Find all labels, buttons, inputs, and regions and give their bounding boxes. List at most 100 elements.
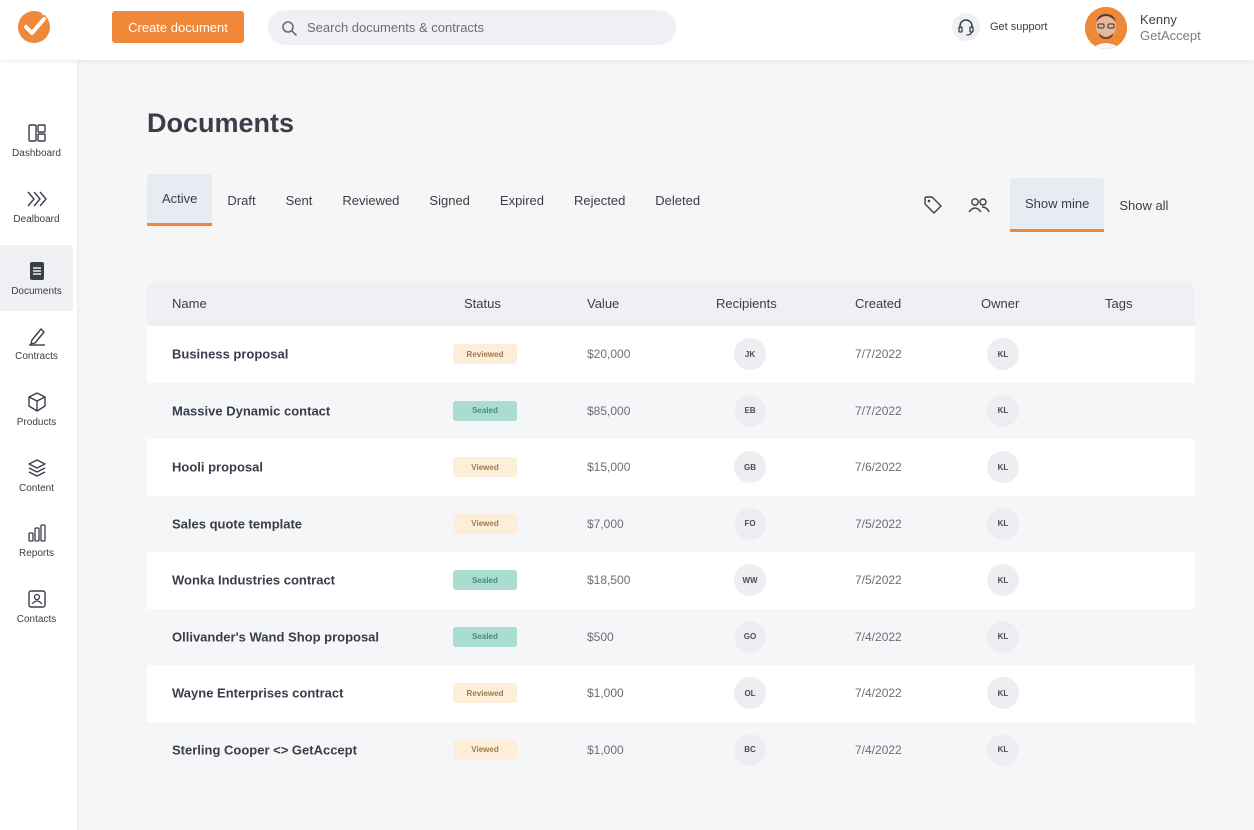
tab-expired[interactable]: Expired — [485, 174, 559, 226]
owner-avatar[interactable]: KL — [987, 451, 1019, 484]
document-tabs: Active Draft Sent Reviewed Signed Expire… — [147, 174, 715, 226]
document-value: $500 — [587, 629, 614, 644]
document-value: $20,000 — [587, 347, 631, 362]
tab-reviewed[interactable]: Reviewed — [327, 174, 414, 226]
document-value: $7,000 — [587, 516, 624, 531]
column-header-name[interactable]: Name — [172, 296, 207, 311]
sidebar: Dashboard Dealboard Documents Contracts … — [0, 60, 77, 830]
table-header: Name Status Value Recipients Created Own… — [147, 281, 1195, 326]
create-document-button[interactable]: Create document — [112, 11, 244, 43]
created-date: 7/7/2022 — [855, 403, 902, 418]
support-label: Get support — [990, 21, 1048, 33]
tag-filter-icon[interactable] — [918, 190, 948, 220]
tab-deleted[interactable]: Deleted — [640, 174, 715, 226]
table-row[interactable]: Sterling Cooper <> GetAccept Viewed $1,000… — [147, 721, 1195, 778]
created-date: 7/4/2022 — [855, 742, 902, 757]
status-badge: Reviewed — [453, 344, 517, 365]
created-date: 7/6/2022 — [855, 460, 902, 475]
document-icon — [26, 260, 48, 282]
sidebar-item-content[interactable]: Content — [0, 442, 73, 508]
table-row[interactable]: Sales quote template Viewed $7,000 FO 7/5/20… — [147, 495, 1195, 552]
document-name[interactable]: Wayne Enterprises contract — [172, 686, 343, 701]
document-name[interactable]: Ollivander's Wand Shop proposal — [172, 629, 379, 644]
sidebar-item-label: Documents — [11, 285, 62, 297]
filter-tools: Show mine Show all — [918, 178, 1183, 232]
page-title: Documents — [147, 108, 295, 138]
owner-avatar[interactable]: KL — [987, 677, 1019, 710]
document-name[interactable]: Business proposal — [172, 347, 288, 362]
column-header-recipients[interactable]: Recipients — [716, 296, 777, 311]
getaccept-logo-icon[interactable] — [17, 10, 51, 44]
search-bar[interactable] — [268, 10, 676, 45]
sidebar-item-label: Products — [16, 416, 57, 428]
sidebar-item-label: Contacts — [16, 613, 57, 625]
owner-avatar[interactable]: KL — [987, 507, 1019, 540]
document-value: $1,000 — [587, 742, 624, 757]
user-name: Kenny — [1140, 12, 1177, 27]
owner-avatar[interactable]: KL — [987, 564, 1019, 597]
document-value: $1,000 — [587, 686, 624, 701]
column-header-tags[interactable]: Tags — [1105, 296, 1132, 311]
tab-draft[interactable]: Draft — [212, 174, 270, 226]
table-row[interactable]: Business proposal Reviewed $20,000 JK 7/7/20… — [147, 326, 1195, 383]
sidebar-item-products[interactable]: Products — [0, 376, 73, 442]
pen-icon — [26, 325, 48, 347]
sidebar-item-contracts[interactable]: Contracts — [0, 310, 73, 376]
document-name[interactable]: Massive Dynamic contact — [172, 403, 330, 418]
recipient-avatar[interactable]: OL — [734, 677, 766, 710]
headset-icon — [952, 13, 980, 41]
sidebar-item-contacts[interactable]: Contacts — [0, 573, 73, 639]
status-badge: Sealed — [453, 570, 517, 591]
search-input[interactable] — [307, 20, 667, 35]
show-all-toggle[interactable]: Show all — [1104, 178, 1183, 232]
owner-avatar[interactable]: KL — [987, 338, 1019, 371]
dashboard-icon — [26, 122, 48, 144]
document-value: $18,500 — [587, 573, 631, 588]
created-date: 7/7/2022 — [855, 347, 902, 362]
tab-active[interactable]: Active — [147, 174, 213, 226]
tab-signed[interactable]: Signed — [414, 174, 484, 226]
owner-avatar[interactable]: KL — [987, 394, 1019, 427]
sidebar-item-dealboard[interactable]: Dealboard — [0, 173, 73, 239]
avatar — [1085, 7, 1127, 49]
owner-avatar[interactable]: KL — [987, 733, 1019, 766]
user-organization: GetAccept — [1140, 28, 1201, 43]
table-row[interactable]: Massive Dynamic contact Sealed $85,000 EB 7/… — [147, 382, 1195, 439]
recipient-avatar[interactable]: JK — [734, 338, 766, 371]
table-row[interactable]: Ollivander's Wand Shop proposal Sealed $50… — [147, 608, 1195, 665]
table-row[interactable]: Hooli proposal Viewed $15,000 GB 7/6/2022 KL — [147, 439, 1195, 496]
column-header-owner[interactable]: Owner — [981, 296, 1019, 311]
contact-card-icon — [26, 588, 48, 610]
sidebar-item-documents[interactable]: Documents — [0, 245, 73, 311]
tab-sent[interactable]: Sent — [271, 174, 328, 226]
sidebar-item-dashboard[interactable]: Dashboard — [0, 107, 73, 173]
users-filter-icon[interactable] — [964, 190, 994, 220]
tab-rejected[interactable]: Rejected — [559, 174, 640, 226]
column-header-status[interactable]: Status — [464, 296, 501, 311]
recipient-avatar[interactable]: FO — [734, 507, 766, 540]
owner-avatar[interactable]: KL — [987, 620, 1019, 653]
top-bar: Create document Get support Kenny GetA — [0, 0, 1254, 60]
column-header-created[interactable]: Created — [855, 296, 901, 311]
document-name[interactable]: Sales quote template — [172, 516, 302, 531]
sidebar-item-label: Dealboard — [13, 213, 60, 225]
table-row[interactable]: Wayne Enterprises contract Reviewed $1,000… — [147, 665, 1195, 722]
recipient-avatar[interactable]: GB — [734, 451, 766, 484]
recipient-avatar[interactable]: WW — [734, 564, 766, 597]
show-mine-toggle[interactable]: Show mine — [1010, 178, 1105, 232]
document-name[interactable]: Wonka Industries contract — [172, 573, 335, 588]
get-support-button[interactable]: Get support — [952, 12, 1047, 42]
status-badge: Sealed — [453, 400, 517, 421]
sidebar-item-label: Contracts — [15, 350, 58, 362]
column-header-value[interactable]: Value — [587, 296, 619, 311]
sidebar-item-reports[interactable]: Reports — [0, 507, 73, 573]
user-menu[interactable]: Kenny GetAccept — [1085, 7, 1201, 49]
document-value: $85,000 — [587, 403, 631, 418]
recipient-avatar[interactable]: BC — [734, 733, 766, 766]
document-name[interactable]: Sterling Cooper <> GetAccept — [172, 742, 357, 757]
table-body: Business proposal Reviewed $20,000 JK 7/7/20… — [147, 326, 1195, 778]
table-row[interactable]: Wonka Industries contract Sealed $18,500 WW… — [147, 552, 1195, 609]
document-name[interactable]: Hooli proposal — [172, 460, 263, 475]
recipient-avatar[interactable]: GO — [734, 620, 766, 653]
recipient-avatar[interactable]: EB — [734, 394, 766, 427]
